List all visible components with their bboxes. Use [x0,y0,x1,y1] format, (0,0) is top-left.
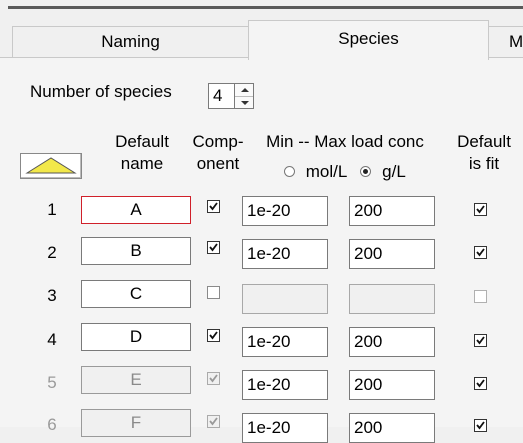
tab-m[interactable]: M [488,26,523,58]
species-name-input[interactable]: A [81,196,191,224]
species-name-input[interactable]: E [81,366,191,394]
top-border [8,6,523,9]
row-number: 4 [47,330,57,349]
tab-naming-label: Naming [101,32,160,51]
max-load-conc-input[interactable]: 200 [349,413,435,443]
default-fit-checkbox[interactable] [474,377,487,390]
min-load-conc-input[interactable]: 1e-20 [242,196,328,226]
max-load-conc-input[interactable]: 200 [349,196,435,226]
default-fit-checkbox[interactable] [474,334,487,347]
check-mark-icon [209,331,218,340]
component-checkbox[interactable] [207,415,220,428]
component-header-line1: Comp- [192,132,244,151]
component-checkbox[interactable] [207,241,220,254]
tab-strip: Naming Species M [0,20,523,60]
default-fit-header: Default is fit [446,131,522,175]
max-load-conc-input[interactable] [349,284,435,314]
default-name-header-line2: name [120,154,164,173]
component-checkbox[interactable] [207,329,220,342]
check-mark-icon [476,421,485,430]
default-fit-checkbox[interactable] [474,246,487,259]
species-name-input[interactable]: F [81,409,191,437]
row-number: 6 [47,415,57,434]
row-number: 1 [47,200,57,219]
sort-button[interactable] [20,153,82,179]
load-conc-header: Min -- Max load conc [252,131,438,153]
check-mark-icon [209,243,218,252]
spinner-up-button[interactable] [235,84,253,97]
default-fit-header-line2: is fit [468,154,500,173]
row-number: 5 [47,373,57,392]
default-fit-checkbox[interactable] [474,290,487,303]
component-checkbox[interactable] [207,372,220,385]
check-mark-icon [209,202,218,211]
max-load-conc-input[interactable]: 200 [349,327,435,357]
check-mark-icon [209,417,218,426]
min-load-conc-input[interactable]: 1e-20 [242,239,328,269]
min-load-conc-input[interactable]: 1e-20 [242,327,328,357]
default-fit-header-line1: Default [457,132,511,151]
g-per-l-label: g/L [382,162,406,181]
number-of-species-input[interactable]: 4 [208,83,234,109]
check-mark-icon [476,248,485,257]
max-load-conc-input[interactable]: 200 [349,370,435,400]
default-fit-checkbox[interactable] [474,419,487,432]
check-mark-icon [476,336,485,345]
min-load-conc-input[interactable]: 1e-20 [242,413,328,443]
number-of-species-label: Number of species [30,82,172,101]
tab-m-label: M [509,32,523,51]
component-header: Comp- onent [186,131,250,175]
load-conc-header-line1: Min -- Max load conc [266,132,424,151]
component-checkbox[interactable] [207,286,220,299]
check-mark-icon [476,205,485,214]
tab-species[interactable]: Species [248,20,489,60]
check-mark-icon [476,379,485,388]
species-name-input[interactable]: B [81,237,191,265]
default-name-header-line1: Default [115,132,169,151]
species-name-input[interactable]: C [81,280,191,308]
component-checkbox[interactable] [207,200,220,213]
row-number: 3 [47,286,57,305]
tab-species-label: Species [338,29,399,48]
g-per-l-radio[interactable] [360,166,372,177]
row-number: 2 [47,243,57,262]
tab-naming[interactable]: Naming [12,26,249,58]
max-load-conc-input[interactable]: 200 [349,239,435,269]
min-load-conc-input[interactable] [242,284,328,314]
sort-up-triangle-icon [25,157,77,174]
min-load-conc-input[interactable]: 1e-20 [242,370,328,400]
default-fit-checkbox[interactable] [474,203,487,216]
mol-per-l-radio[interactable] [284,166,295,177]
default-name-header: Default name [100,131,184,175]
check-mark-icon [209,374,218,383]
mol-per-l-label: mol/L [305,162,347,181]
unit-radio-group: mol/L g/L [284,162,406,182]
component-header-line2: onent [196,154,240,173]
spinner-arrows-icon[interactable] [234,83,254,109]
spinner-down-button[interactable] [235,97,253,109]
species-name-input[interactable]: D [81,323,191,351]
